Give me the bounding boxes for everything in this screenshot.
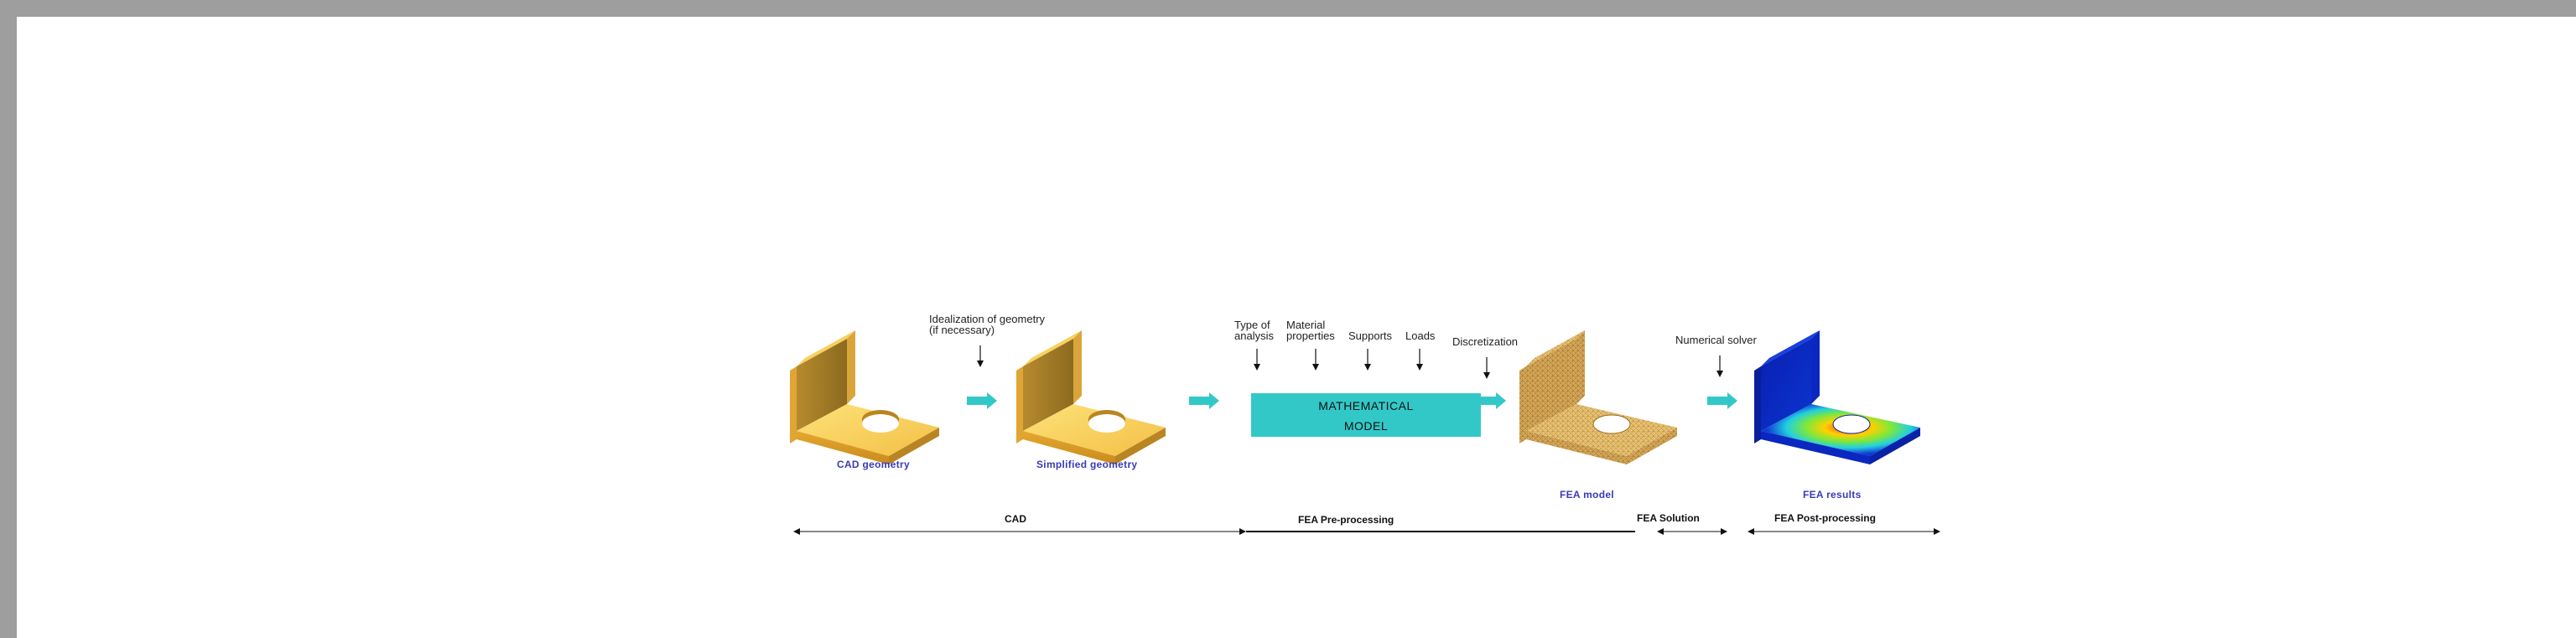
fea-model-caption: FEA model	[1560, 489, 1614, 501]
mathematical-model-line1: MATHEMATICAL	[1318, 399, 1414, 412]
discretization-label: Discretization	[1452, 335, 1519, 348]
bracket-part-icon	[790, 330, 939, 464]
post-processing-phase-label: FEA Post-processing	[1774, 512, 1876, 524]
cad-phase-label: CAD	[1005, 513, 1026, 525]
type-of-analysis-line2: analysis	[1234, 329, 1274, 342]
pre-processing-phase-span	[1246, 531, 1635, 532]
down-arrow-icon	[977, 345, 984, 367]
solution-phase-label: FEA Solution	[1637, 512, 1700, 524]
mathematical-model-line2: MODEL	[1343, 419, 1389, 433]
process-arrow-icon	[967, 392, 997, 409]
cad-geometry-caption: CAD geometry	[837, 459, 910, 470]
fea-results-caption: FEA results	[1803, 489, 1862, 501]
bracket-part-icon	[1016, 330, 1166, 464]
process-arrow-icon	[1707, 392, 1737, 409]
diagram-canvas: Idealization of geometry (if necessary) …	[17, 17, 2576, 638]
stress-result-icon	[1754, 330, 1920, 464]
cad-phase-span	[793, 528, 1246, 535]
loads-label: Loads	[1405, 329, 1436, 342]
material-properties-line2: properties	[1286, 329, 1335, 342]
supports-label: Supports	[1348, 329, 1393, 342]
process-arrow-icon	[1189, 392, 1219, 409]
solution-phase-span	[1657, 528, 1727, 535]
meshed-part-icon	[1519, 330, 1677, 464]
pre-processing-phase-label: FEA Pre-processing	[1298, 514, 1394, 526]
simplified-geometry-caption: Simplified geometry	[1036, 459, 1138, 470]
idealization-label-line2: (if necessary)	[929, 324, 995, 336]
mathematical-model-box: MATHEMATICAL MODEL	[1251, 393, 1481, 437]
post-processing-phase-span	[1748, 528, 1940, 535]
down-arrow-icon	[1312, 349, 1319, 371]
numerical-solver-label: Numerical solver	[1675, 334, 1757, 346]
down-arrow-icon	[1254, 349, 1260, 371]
down-arrow-icon	[1416, 349, 1423, 371]
down-arrow-icon	[1716, 355, 1723, 377]
down-arrow-icon	[1483, 357, 1490, 379]
down-arrow-icon	[1364, 349, 1371, 371]
